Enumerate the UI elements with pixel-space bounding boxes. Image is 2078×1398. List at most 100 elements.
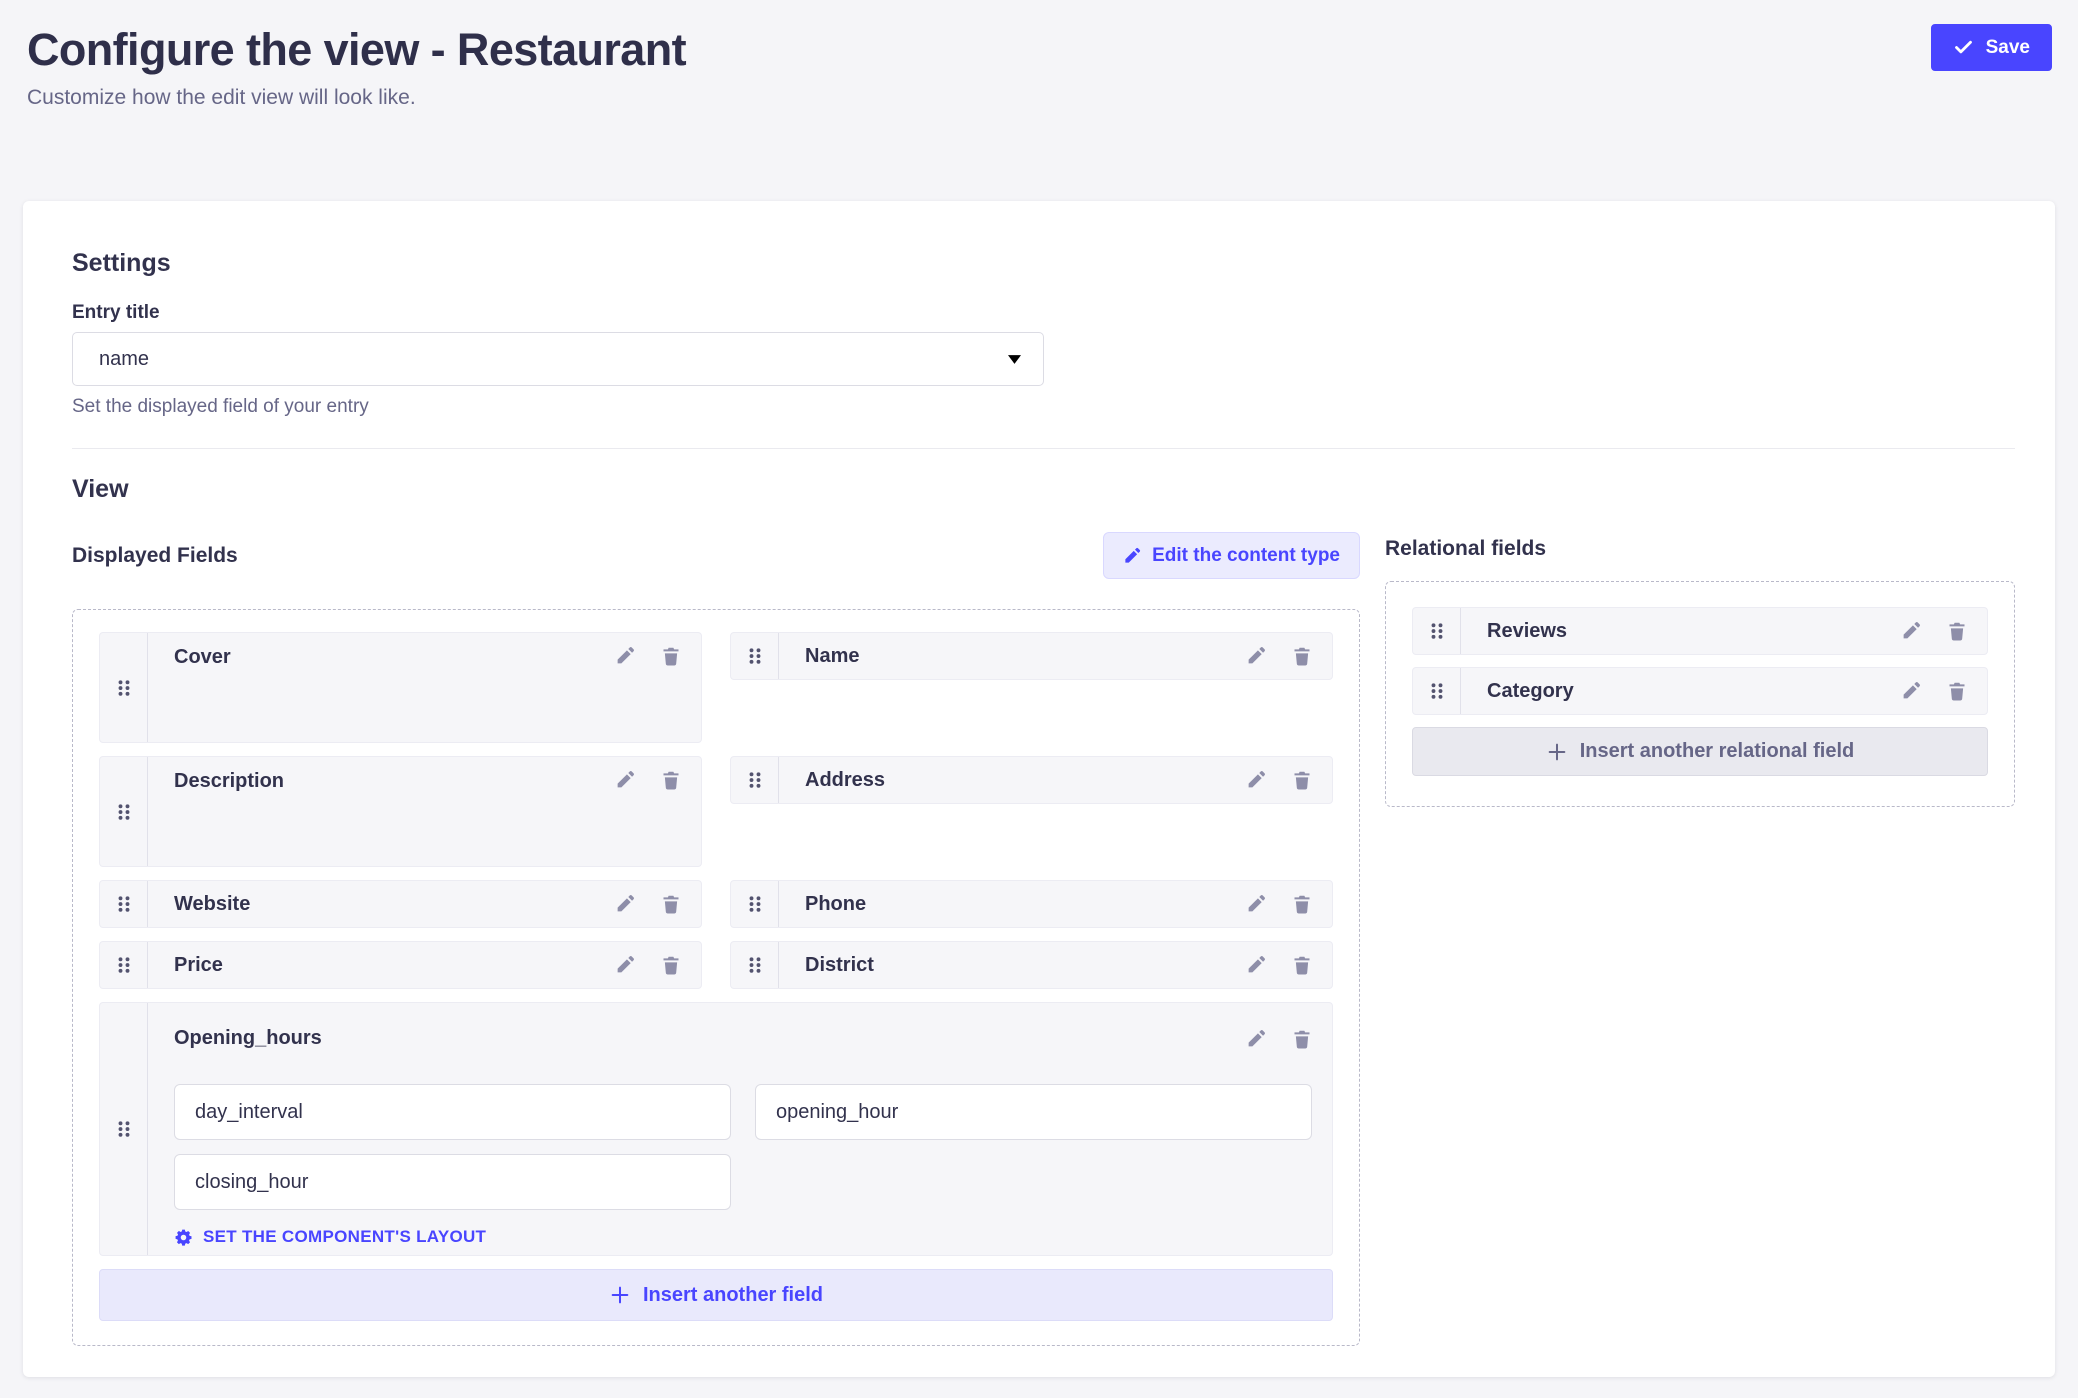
pencil-icon <box>1246 894 1266 914</box>
field-label: Price <box>174 954 615 977</box>
drag-handle-icon[interactable] <box>1413 668 1461 714</box>
set-component-layout-label: SET THE COMPONENT'S LAYOUT <box>203 1227 486 1247</box>
edit-field-button[interactable] <box>615 894 635 914</box>
delete-field-button[interactable] <box>661 646 681 666</box>
view-layout: Displayed Fields Edit the content type C… <box>72 504 2015 1346</box>
trash-icon <box>1292 1029 1312 1049</box>
pencil-icon <box>615 646 635 666</box>
fields-row: Price District <box>99 941 1333 989</box>
fields-row: Website Phone <box>99 880 1333 928</box>
field-card-address: Address <box>730 756 1333 804</box>
component-label: Opening_hours <box>174 1027 1246 1050</box>
pencil-icon <box>1246 646 1266 666</box>
drag-handle-icon[interactable] <box>731 942 779 988</box>
delete-field-button[interactable] <box>1947 621 1967 641</box>
pencil-icon <box>1246 1029 1266 1049</box>
displayed-fields-header: Displayed Fields Edit the content type <box>72 532 1360 579</box>
plus-icon <box>1546 741 1568 763</box>
insert-another-relational-field-button[interactable]: Insert another relational field <box>1412 727 1988 776</box>
delete-field-button[interactable] <box>1292 1029 1312 1049</box>
drag-handle-icon[interactable] <box>100 757 148 866</box>
delete-field-button[interactable] <box>1292 955 1312 975</box>
field-card-website: Website <box>99 880 702 928</box>
trash-icon <box>661 955 681 975</box>
trash-icon <box>1947 681 1967 701</box>
relational-card-reviews: Reviews <box>1412 607 1988 655</box>
delete-field-button[interactable] <box>1292 770 1312 790</box>
pencil-icon <box>615 770 635 790</box>
trash-icon <box>1292 770 1312 790</box>
drag-handle-icon[interactable] <box>731 881 779 927</box>
trash-icon <box>1292 955 1312 975</box>
edit-field-button[interactable] <box>1246 770 1266 790</box>
insert-another-relational-field-label: Insert another relational field <box>1580 740 1855 763</box>
entry-title-select[interactable]: name <box>72 332 1044 386</box>
edit-field-button[interactable] <box>1246 1029 1266 1049</box>
set-component-layout-link[interactable]: SET THE COMPONENT'S LAYOUT <box>174 1227 486 1247</box>
edit-field-button[interactable] <box>615 955 635 975</box>
delete-field-button[interactable] <box>661 770 681 790</box>
drag-handle-icon[interactable] <box>1413 608 1461 654</box>
page-header-text: Configure the view - Restaurant Customiz… <box>27 24 686 112</box>
subfield-closing-hour[interactable]: closing_hour <box>174 1154 731 1210</box>
plus-icon <box>609 1284 631 1306</box>
delete-field-button[interactable] <box>1947 681 1967 701</box>
field-label: District <box>805 954 1246 977</box>
drag-handle-icon[interactable] <box>100 881 148 927</box>
save-button-label: Save <box>1986 37 2030 59</box>
edit-content-type-button[interactable]: Edit the content type <box>1103 532 1360 579</box>
drag-handle-icon[interactable] <box>100 942 148 988</box>
delete-field-button[interactable] <box>1292 646 1312 666</box>
drag-handle-icon[interactable] <box>731 757 779 803</box>
edit-field-button[interactable] <box>1246 646 1266 666</box>
delete-field-button[interactable] <box>1292 894 1312 914</box>
fields-row: Description Address <box>99 756 1333 867</box>
relational-fields-panel: Reviews Category <box>1385 581 2015 807</box>
insert-another-field-label: Insert another field <box>643 1284 823 1307</box>
edit-field-button[interactable] <box>615 770 635 790</box>
component-header: Opening_hours <box>174 1027 1312 1050</box>
field-label: Reviews <box>1487 620 1901 643</box>
fields-row: Cover Name <box>99 632 1333 743</box>
edit-content-type-label: Edit the content type <box>1152 545 1340 567</box>
page-title: Configure the view - Restaurant <box>27 24 686 76</box>
field-card-cover: Cover <box>99 632 702 743</box>
subfield-label: day_interval <box>195 1101 303 1124</box>
edit-field-button[interactable] <box>1901 681 1921 701</box>
subfield-day-interval[interactable]: day_interval <box>174 1084 731 1140</box>
field-card-district: District <box>730 941 1333 989</box>
section-divider <box>72 448 2015 449</box>
relational-card-category: Category <box>1412 667 1988 715</box>
delete-field-button[interactable] <box>661 955 681 975</box>
pencil-icon <box>1123 547 1141 565</box>
drag-handle-icon[interactable] <box>100 633 148 742</box>
field-card-price: Price <box>99 941 702 989</box>
edit-field-button[interactable] <box>1246 894 1266 914</box>
relational-fields-label: Relational fields <box>1385 536 2015 561</box>
field-card-name: Name <box>730 632 1333 680</box>
chevron-down-icon <box>1008 355 1021 364</box>
delete-field-button[interactable] <box>661 894 681 914</box>
entry-title-hint: Set the displayed field of your entry <box>72 396 2015 418</box>
check-icon <box>1953 37 1974 58</box>
trash-icon <box>661 770 681 790</box>
configuration-card: Settings Entry title name Set the displa… <box>23 201 2055 1377</box>
pencil-icon <box>1246 770 1266 790</box>
pencil-icon <box>1246 955 1266 975</box>
insert-another-field-button[interactable]: Insert another field <box>99 1269 1333 1321</box>
edit-field-button[interactable] <box>615 646 635 666</box>
edit-field-button[interactable] <box>1901 621 1921 641</box>
field-label: Website <box>174 893 615 916</box>
drag-handle-icon[interactable] <box>731 633 779 679</box>
edit-field-button[interactable] <box>1246 955 1266 975</box>
pencil-icon <box>615 894 635 914</box>
subfield-label: opening_hour <box>776 1101 898 1124</box>
drag-handle-icon[interactable] <box>100 1003 148 1255</box>
gear-icon <box>174 1228 193 1247</box>
subfield-opening-hour[interactable]: opening_hour <box>755 1084 1312 1140</box>
trash-icon <box>661 646 681 666</box>
field-label: Category <box>1487 680 1901 703</box>
page-subtitle: Customize how the edit view will look li… <box>27 84 686 112</box>
relational-fields-column: Relational fields Reviews Cat <box>1385 504 2015 1346</box>
save-button[interactable]: Save <box>1931 24 2052 71</box>
